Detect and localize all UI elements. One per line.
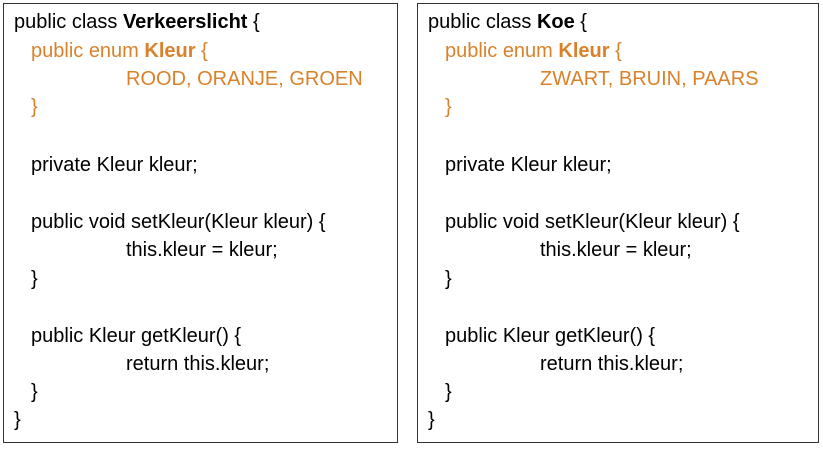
setter-close-brace: } [31, 268, 38, 290]
class-name: Koe [536, 11, 575, 33]
enum-values: ROOD, ORANJE, GROEN [126, 68, 363, 90]
setter-body: this.kleur = kleur; [126, 239, 278, 261]
enum-declaration: public enum Kleur { [31, 37, 208, 65]
enum-close-brace: } [445, 96, 452, 118]
field-declaration: private Kleur kleur; [445, 154, 612, 176]
class-declaration: public class Verkeerslicht { [14, 8, 260, 36]
class-prefix: public class [428, 11, 537, 33]
enum-declaration: public enum Kleur { [445, 37, 622, 65]
enum-open-brace: { [609, 40, 622, 62]
class-close-brace: } [14, 409, 21, 431]
enum-name: Kleur [558, 40, 610, 62]
enum-prefix: public enum [445, 40, 559, 62]
setter-body: this.kleur = kleur; [540, 239, 692, 261]
code-panel-koe: public class Koe { public enum Kleur { Z… [417, 3, 819, 443]
enum-close-brace: } [31, 96, 38, 118]
class-name: Verkeerslicht [122, 11, 248, 33]
enum-open-brace: { [195, 40, 208, 62]
setter-signature: public void setKleur(Kleur kleur) { [31, 211, 326, 233]
getter-body: return this.kleur; [540, 353, 684, 375]
class-declaration: public class Koe { [428, 8, 587, 36]
class-close-brace: } [428, 409, 435, 431]
class-open-brace: { [574, 11, 587, 33]
enum-prefix: public enum [31, 40, 145, 62]
setter-close-brace: } [445, 268, 452, 290]
class-open-brace: { [247, 11, 260, 33]
enum-values: ZWART, BRUIN, PAARS [540, 68, 759, 90]
field-declaration: private Kleur kleur; [31, 154, 198, 176]
enum-name: Kleur [144, 40, 196, 62]
setter-signature: public void setKleur(Kleur kleur) { [445, 211, 740, 233]
getter-body: return this.kleur; [126, 353, 270, 375]
getter-signature: public Kleur getKleur() { [445, 325, 656, 347]
class-prefix: public class [14, 11, 123, 33]
getter-close-brace: } [445, 381, 452, 403]
getter-close-brace: } [31, 381, 38, 403]
code-panel-verkeerslicht: public class Verkeerslicht { public enum… [3, 3, 398, 443]
getter-signature: public Kleur getKleur() { [31, 325, 242, 347]
